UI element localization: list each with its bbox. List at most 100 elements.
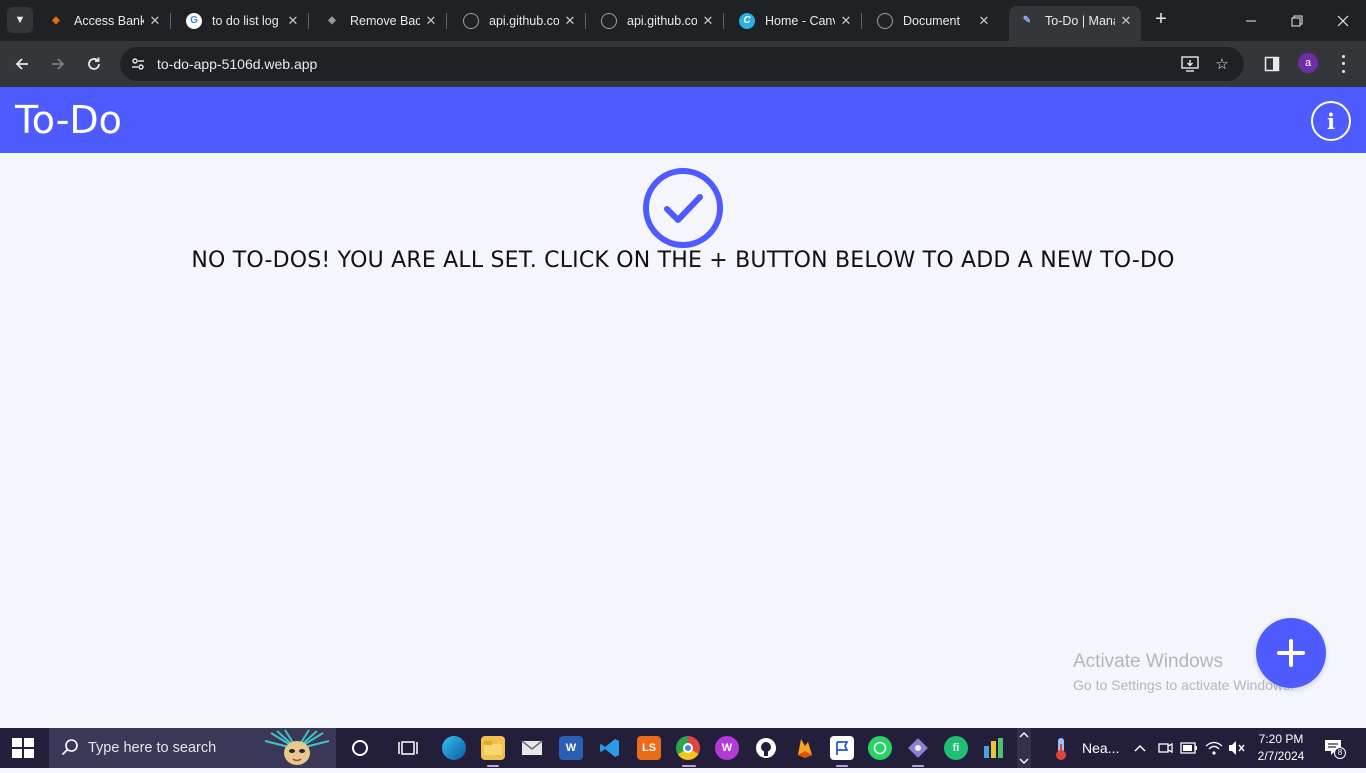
- tab-separator: [170, 13, 171, 29]
- url-text: to-do-app-5106d.web.app: [157, 56, 318, 72]
- tab-google-search[interactable]: G to do list log ✕: [176, 6, 309, 35]
- taskbar-clock[interactable]: 7:20 PM 2/7/2024: [1252, 731, 1310, 765]
- github-desktop-icon[interactable]: [754, 736, 778, 760]
- site-settings-icon[interactable]: [128, 54, 148, 74]
- close-tab-icon[interactable]: ✕: [701, 13, 715, 29]
- tab-todo-active[interactable]: ✎ To-Do | Mana ✕: [1009, 6, 1141, 41]
- close-icon: [1337, 15, 1349, 26]
- close-tab-icon[interactable]: ✕: [148, 13, 162, 29]
- running-indicator: [836, 765, 848, 767]
- clock-time: 7:20 PM: [1258, 732, 1304, 746]
- tab-title: to do list log: [212, 13, 279, 28]
- carnival-mask-icon: [264, 729, 330, 765]
- vscode-icon[interactable]: [598, 736, 622, 760]
- back-button[interactable]: [9, 51, 35, 77]
- tab-search-button[interactable]: ▼: [7, 7, 33, 33]
- file-explorer-icon[interactable]: [481, 736, 505, 760]
- browser-toolbar: to-do-app-5106d.web.app ☆ a: [0, 41, 1366, 87]
- whatsapp-icon[interactable]: [868, 736, 892, 760]
- word-icon[interactable]: W: [559, 736, 583, 760]
- bookmark-star-icon[interactable]: ☆: [1212, 54, 1232, 74]
- meet-now-icon[interactable]: [1157, 740, 1173, 756]
- tab-document[interactable]: Document ✕: [867, 6, 999, 35]
- tab-title: api.github.co: [489, 13, 559, 28]
- weather-text[interactable]: Nea...: [1082, 740, 1119, 756]
- tab-title: Remove Back: [350, 13, 420, 28]
- install-app-icon[interactable]: [1180, 54, 1200, 74]
- ls-app-icon[interactable]: LS: [637, 736, 661, 760]
- canva-icon: C: [739, 12, 755, 29]
- browser-tab-strip: ▼ ◆ Access Bank ✕ G to do list log ✕ ◈ R…: [0, 0, 1366, 41]
- globe-icon: [463, 12, 479, 29]
- close-tab-icon[interactable]: ✕: [977, 13, 991, 29]
- wps-icon[interactable]: W: [715, 736, 739, 760]
- close-tab-icon[interactable]: ✕: [286, 13, 300, 29]
- firebase-icon[interactable]: [793, 736, 817, 760]
- minimize-button[interactable]: [1228, 0, 1274, 41]
- tab-separator: [585, 13, 586, 29]
- app-title: To-Do: [15, 98, 122, 142]
- tab-title: Home - Canv: [765, 13, 835, 28]
- empty-state-message: NO TO-DOS! YOU ARE ALL SET. CLICK ON THE…: [191, 248, 1175, 273]
- reload-button[interactable]: [81, 51, 107, 77]
- cortana-icon[interactable]: [348, 736, 372, 760]
- forward-arrow-icon: [52, 58, 65, 70]
- search-icon: [61, 739, 78, 756]
- git-icon[interactable]: [906, 736, 930, 760]
- access-bank-icon: ◆: [52, 15, 60, 26]
- address-bar[interactable]: to-do-app-5106d.web.app ☆: [120, 47, 1244, 81]
- close-tab-icon[interactable]: ✕: [563, 13, 577, 29]
- info-button[interactable]: i: [1311, 101, 1351, 141]
- back-arrow-icon: [15, 58, 28, 70]
- running-indicator: [487, 765, 499, 767]
- close-tab-icon[interactable]: ✕: [839, 13, 853, 29]
- chevron-up-icon[interactable]: [1133, 741, 1147, 755]
- flag-app-icon[interactable]: [830, 736, 854, 760]
- layers-icon: ◈: [328, 15, 336, 26]
- forward-button[interactable]: [45, 51, 71, 77]
- wifi-icon[interactable]: [1205, 740, 1223, 756]
- windows-start-icon[interactable]: [12, 738, 34, 758]
- tab-access-bank[interactable]: ◆ Access Bank ✕: [38, 6, 171, 35]
- taskbar-search-box[interactable]: Type here to search: [49, 728, 336, 768]
- new-tab-button[interactable]: +: [1150, 8, 1172, 32]
- fiverr-icon[interactable]: fi: [944, 736, 968, 760]
- scroll-arrows-icon: [1019, 732, 1029, 764]
- taskbar-scroller[interactable]: [1017, 728, 1031, 768]
- mail-icon[interactable]: [520, 736, 544, 760]
- chrome-icon[interactable]: [676, 736, 700, 760]
- edge-icon[interactable]: [442, 736, 466, 760]
- tab-separator: [723, 13, 724, 29]
- todo-pencil-icon: ✎: [1022, 15, 1032, 26]
- weather-thermometer-icon[interactable]: [1051, 737, 1071, 761]
- restore-button[interactable]: [1274, 0, 1320, 41]
- tab-separator: [861, 13, 862, 29]
- task-view-icon[interactable]: [396, 736, 420, 760]
- add-todo-button[interactable]: [1256, 618, 1326, 688]
- volume-muted-icon[interactable]: [1228, 740, 1246, 756]
- tab-separator: [308, 13, 309, 29]
- tab-api-github-2[interactable]: api.github.co ✕: [591, 6, 724, 35]
- profile-avatar[interactable]: a: [1298, 53, 1318, 73]
- tab-remove-background[interactable]: ◈ Remove Back ✕: [314, 6, 447, 35]
- info-icon: i: [1327, 108, 1335, 134]
- close-tab-icon[interactable]: ✕: [424, 13, 438, 29]
- tab-canva-home[interactable]: C Home - Canv ✕: [729, 6, 862, 35]
- app-header: To-Do i: [0, 87, 1366, 153]
- tab-title: api.github.co: [627, 13, 697, 28]
- browser-menu-icon[interactable]: [1336, 53, 1350, 75]
- chart-app-icon[interactable]: [982, 736, 1006, 760]
- running-indicator: [682, 765, 696, 767]
- side-panel-icon[interactable]: [1261, 53, 1283, 75]
- tab-api-github-1[interactable]: api.github.co ✕: [453, 6, 586, 35]
- battery-icon[interactable]: [1180, 741, 1198, 755]
- tab-separator: [446, 13, 447, 29]
- todo-list-area: NO TO-DOS! YOU ARE ALL SET. CLICK ON THE…: [0, 153, 1366, 728]
- windows-taskbar: Type here to search W LS W fi Nea... 7:2…: [0, 728, 1366, 768]
- close-tab-icon[interactable]: ✕: [1119, 13, 1133, 29]
- notifications-button[interactable]: 8: [1324, 739, 1346, 759]
- check-circle-icon: [643, 168, 723, 248]
- close-window-button[interactable]: [1320, 0, 1366, 41]
- restore-icon: [1291, 15, 1303, 26]
- tab-title: Document: [903, 13, 960, 28]
